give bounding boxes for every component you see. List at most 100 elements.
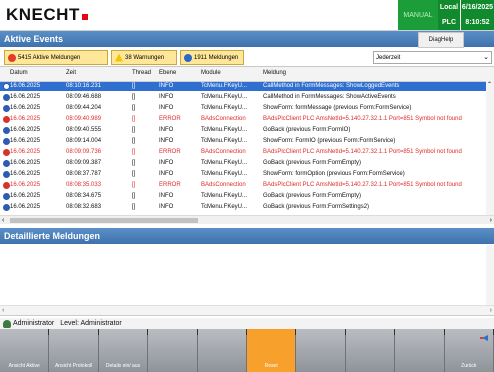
cell-module: BAdsConnection	[201, 182, 246, 188]
column-header-time[interactable]: Zeit	[66, 70, 76, 76]
vertical-scrollbar[interactable]: ⌃	[486, 81, 494, 215]
cell-thread: []	[132, 127, 136, 133]
cell-thread: []	[132, 105, 136, 111]
cell-date: 16.06.2025	[10, 149, 41, 155]
cell-date: 16.06.2025	[10, 171, 41, 177]
toolbar-button-label: Details ein/ aus	[105, 363, 141, 369]
filter-info-button[interactable]: 1911 Meldungen	[180, 50, 244, 65]
manual-mode-indicator[interactable]: MANUAL	[398, 0, 438, 30]
table-row[interactable]: 16.06.2025 08:09:40.989 [] ERROR BAdsConnect…	[0, 115, 494, 124]
table-row[interactable]: 16.06.2025 08:08:37.787 [] INFO TcMenu.FKeyU…	[0, 170, 494, 179]
toolbar-button-4[interactable]	[148, 329, 198, 372]
filter-active-messages-button[interactable]: 5415 Aktive Meldungen	[4, 50, 108, 65]
cell-level: INFO	[159, 171, 174, 177]
table-row[interactable]: 16.06.2025 08:09:14.004 [] INFO TcMenu.FKeyU…	[0, 137, 494, 146]
table-row[interactable]: 16.06.2025 08:09:44.204 [] INFO TcMenu.FKeyU…	[0, 104, 494, 113]
detail-messages-panel: ‹ ›	[0, 245, 494, 316]
column-header-thread[interactable]: Thread	[132, 70, 151, 76]
filter-warnings-button[interactable]: 38 Warnungen	[111, 50, 177, 65]
toolbar-button-label: Zurück	[461, 363, 477, 369]
column-header-level[interactable]: Ebene	[159, 70, 176, 76]
toolbar-button-9[interactable]	[395, 329, 445, 372]
info-icon	[3, 127, 10, 134]
table-row[interactable]: 16.06.2025 08:09:40.555 [] INFO TcMenu.FKeyU…	[0, 126, 494, 135]
events-table-header: Datum Zeit Thread Ebene Module Meldung	[0, 67, 494, 82]
detail-scroll-right-icon[interactable]: ›	[490, 306, 492, 315]
cell-message: CallMethod in FormMessages: ShowActiveEv…	[263, 94, 396, 100]
cell-date: 16.06.2025	[10, 94, 41, 100]
cell-level: INFO	[159, 160, 174, 166]
cell-time: 08:08:35.033	[66, 182, 102, 188]
plc-mode-indicator: PLC	[438, 15, 460, 30]
detail-scroll-left-icon[interactable]: ‹	[2, 306, 4, 315]
cell-thread: []	[132, 149, 136, 155]
table-row[interactable]: 16.06.2025 08:08:34.675 [] INFO TcMenu.FKeyU…	[0, 192, 494, 201]
info-icon	[3, 94, 10, 101]
cell-level: INFO	[159, 105, 174, 111]
table-row[interactable]: 16.06.2025 08:08:32.683 [] INFO TcMenu.FKeyU…	[0, 203, 494, 212]
cell-time: 08:08:34.675	[66, 193, 102, 199]
column-header-message[interactable]: Meldung	[263, 70, 286, 76]
user-name: Administrator	[13, 320, 55, 327]
info-icon	[3, 193, 10, 200]
time-range-value: Jederzeit	[376, 54, 401, 61]
table-row[interactable]: 16.06.2025 08:09:09.387 [] INFO TcMenu.FKeyU…	[0, 159, 494, 168]
filter-info-label: 1911 Meldungen	[194, 54, 239, 61]
filter-warnings-label: 38 Warnungen	[125, 54, 165, 61]
error-icon	[3, 149, 10, 156]
toolbar-button-8[interactable]	[346, 329, 396, 372]
column-header-date[interactable]: Datum	[10, 70, 28, 76]
cell-message: ShowForm: formOption (previous Form:Form…	[263, 171, 405, 177]
info-icon	[3, 83, 10, 90]
active-events-title: Aktive Events	[4, 34, 64, 44]
toolbar-button-10[interactable]: Zurück	[445, 329, 494, 372]
cell-time: 08:09:09.736	[66, 149, 102, 155]
detail-vertical-scrollbar[interactable]	[486, 245, 494, 305]
time-range-select[interactable]: Jederzeit ⌄	[373, 51, 492, 64]
horizontal-scroll-thumb[interactable]	[10, 218, 198, 223]
cell-module: TcMenu.FKeyU...	[201, 138, 248, 144]
scroll-left-icon[interactable]: ‹	[2, 216, 4, 224]
cell-module: BAdsConnection	[201, 116, 246, 122]
filter-active-messages-label: 5415 Aktive Meldungen	[18, 54, 81, 61]
cell-level: INFO	[159, 138, 174, 144]
toolbar-button-5[interactable]	[198, 329, 247, 372]
scroll-right-icon[interactable]: ›	[490, 216, 492, 224]
horizontal-scrollbar[interactable]: ‹ ›	[0, 215, 494, 224]
table-row[interactable]: 16.06.2025 08:10:16.231 [] INFO TcMenu.FKeyU…	[0, 82, 494, 91]
table-row[interactable]: 16.06.2025 08:08:35.033 [] ERROR BAdsConnect…	[0, 181, 494, 190]
cell-module: TcMenu.FKeyU...	[201, 94, 248, 100]
error-icon	[3, 182, 10, 189]
cell-thread: []	[132, 171, 136, 177]
toolbar-button-7[interactable]	[296, 329, 346, 372]
table-row[interactable]: 16.06.2025 08:09:46.688 [] INFO TcMenu.FKeyU…	[0, 93, 494, 102]
info-icon	[3, 160, 10, 167]
table-row[interactable]: 16.06.2025 08:09:09.736 [] ERROR BAdsConnect…	[0, 148, 494, 157]
knecht-logo: KNECHT	[6, 5, 88, 25]
user-level: Level: Administrator	[60, 320, 122, 327]
diaghelp-button[interactable]: DiagHelp	[418, 32, 464, 48]
cell-message: GoBack (previous Form:FormSettings2)	[263, 204, 370, 210]
column-header-module[interactable]: Module	[201, 70, 221, 76]
cell-message: ShowForm: FormIO (previous Form:FormServ…	[263, 138, 396, 144]
events-table: Datum Zeit Thread Ebene Module Meldung 1…	[0, 66, 494, 224]
detail-messages-title: Detaillierte Meldungen	[4, 231, 101, 241]
cell-time: 08:09:14.004	[66, 138, 102, 144]
cell-module: TcMenu.FKeyU...	[201, 83, 248, 89]
toolbar-button-3[interactable]: Details ein/ aus	[99, 329, 149, 372]
toolbar-button-2[interactable]: Ansicht Protokoll	[49, 329, 99, 372]
scroll-up-icon[interactable]: ⌃	[487, 81, 492, 88]
toolbar-button-6[interactable]: Reset	[247, 329, 297, 372]
cell-time: 08:09:40.989	[66, 116, 102, 122]
detail-messages-header: Detaillierte Meldungen	[0, 228, 494, 244]
toolbar-button-1[interactable]: Ansicht Aktive	[0, 329, 50, 372]
cell-module: TcMenu.FKeyU...	[201, 127, 248, 133]
cell-thread: []	[132, 193, 136, 199]
cell-message: GoBack (previous Form:FormEmpty)	[263, 193, 362, 199]
toolbar-button-label: Reset	[264, 363, 278, 369]
detail-horizontal-scrollbar[interactable]: ‹ ›	[0, 305, 494, 315]
date-time-display: 6/16/2025 8:10:52 AM	[461, 0, 494, 41]
cell-module: TcMenu.FKeyU...	[201, 160, 248, 166]
cell-date: 16.06.2025	[10, 116, 41, 122]
cell-level: ERROR	[159, 182, 181, 188]
